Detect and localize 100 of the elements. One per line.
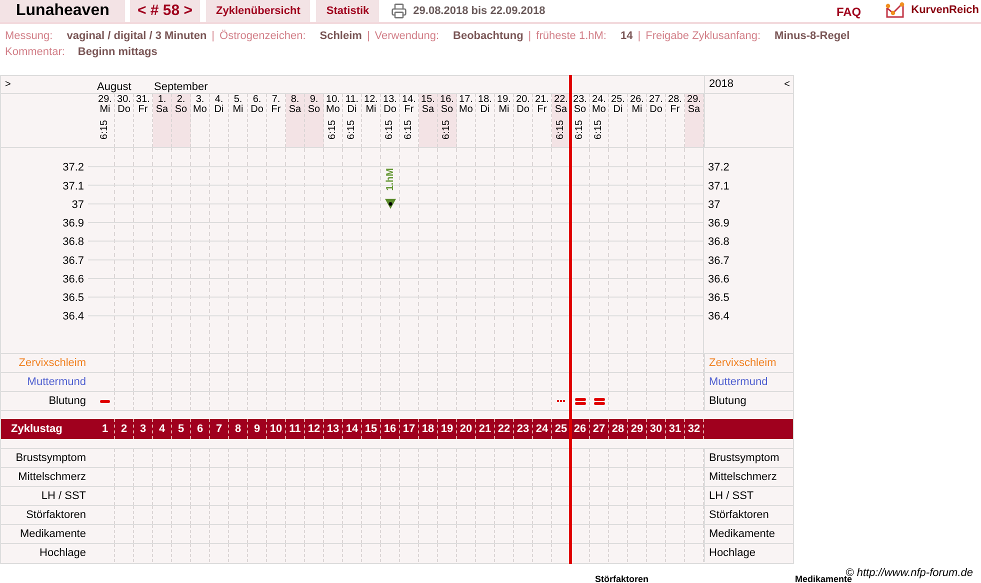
measure-time: 6:15 — [404, 120, 414, 140]
day-date: 26. — [630, 95, 644, 105]
temperature-tick: 36.4 — [62, 310, 84, 323]
day-date: 13. — [383, 95, 397, 105]
cycle-day-number: 16 — [384, 422, 396, 437]
cycle-day-number: 5 — [178, 422, 184, 437]
row-label: Blutung — [48, 394, 86, 409]
day-date: 10. — [326, 95, 340, 105]
row-label: Hochlage — [709, 546, 756, 561]
logo-text: KurvenReich — [911, 3, 979, 18]
day-date: 6. — [252, 95, 262, 105]
day-weekday: Mo — [326, 105, 340, 115]
day-date: 2. — [176, 95, 186, 105]
cycle-day-number: 8 — [234, 422, 242, 437]
temperature-tick: 37 — [708, 198, 720, 211]
cycle-navigation[interactable]: < # 58 > — [130, 0, 200, 22]
day-date: 23. — [573, 95, 587, 105]
info-label: Östrogenzeichen: — [220, 28, 306, 44]
cycle-day-number: 32 — [688, 422, 700, 437]
cycle-day-number: 30 — [650, 422, 662, 437]
faq-link[interactable]: FAQ — [836, 3, 862, 21]
cycle-day-number: 27 — [592, 422, 606, 437]
day-date: 4. — [214, 95, 224, 105]
temperature-tick: 36.6 — [62, 273, 84, 286]
nav-tab[interactable]: Zyklenübersicht — [206, 0, 310, 22]
cycle-day-number: 28 — [612, 422, 624, 437]
row-label: Brustsymptom — [709, 450, 780, 466]
day-weekday: Do — [384, 105, 396, 115]
temperature-tick: 37.1 — [62, 180, 84, 192]
day-weekday: Di — [347, 105, 357, 115]
cycle-day-number: 23 — [516, 422, 530, 437]
row-label: Mittelschmerz — [709, 470, 777, 485]
measure-time: 6:15 — [556, 120, 566, 140]
separator: | — [212, 29, 215, 44]
day-date: 21. — [535, 95, 549, 105]
measure-time: 6:15 — [385, 120, 395, 140]
day-weekday: Di — [214, 105, 224, 115]
cycle-day-number: 31 — [668, 422, 682, 437]
day-date: 29. — [98, 95, 112, 105]
day-weekday: Fr — [404, 105, 414, 115]
separator: | — [638, 29, 641, 44]
row-label: Zervixschleim — [18, 356, 86, 371]
info-label: Freigabe Zyklusanfang: — [646, 29, 761, 44]
row-label: Störfaktoren — [26, 508, 86, 523]
measure-time: 6:15 — [347, 120, 357, 140]
printer-icon[interactable] — [391, 3, 408, 19]
temperature-tick: 37.1 — [708, 180, 730, 192]
day-weekday: Mo — [459, 105, 473, 115]
day-weekday: So — [308, 105, 320, 115]
section-heading: Medikamente — [795, 576, 852, 583]
row-label: Hochlage — [40, 546, 86, 561]
day-date: 1. — [158, 95, 166, 105]
temperature-tick: 37.2 — [62, 162, 84, 174]
day-weekday: Sa — [422, 105, 434, 115]
next-arrow-link[interactable]: < — [784, 77, 790, 92]
cycle-day-number: 26 — [574, 422, 586, 437]
day-date: 5. — [234, 95, 242, 105]
temperature-tick: 37 — [72, 198, 84, 211]
cycle-day-number: 15 — [364, 422, 378, 437]
day-weekday: Sa — [554, 105, 568, 115]
day-weekday: Fr — [537, 105, 547, 115]
day-date: 27. — [649, 95, 663, 105]
info-value: Minus-8-Regel — [774, 29, 850, 44]
cycle-day-number: 20 — [460, 422, 472, 437]
temperature-tick: 36.5 — [708, 292, 730, 304]
day-date: 16. — [440, 95, 454, 105]
day-weekday: Do — [650, 105, 662, 115]
cycle-day-number: 4 — [158, 422, 166, 437]
cycle-day-label: Zyklustag — [11, 422, 62, 437]
temperature-tick: 36.6 — [708, 273, 730, 286]
day-weekday: Mi — [366, 105, 376, 115]
section-heading: Störfaktoren — [595, 576, 649, 583]
info-value: Schleim — [320, 29, 362, 44]
info-value: vaginal / digital / 3 Minuten — [66, 29, 207, 44]
separator: | — [528, 29, 532, 44]
day-weekday: Do — [516, 105, 530, 115]
month-label: August — [97, 80, 132, 95]
temperature-tick: 37.2 — [708, 162, 730, 174]
day-weekday: Mi — [498, 105, 510, 115]
temperature-tick: 36.8 — [708, 236, 730, 248]
day-weekday: Di — [613, 105, 623, 115]
cycle-day-number: 13 — [326, 422, 340, 437]
year-label: 2018 — [709, 77, 734, 92]
row-label: Medikamente — [20, 526, 86, 542]
temperature-tick: 36.7 — [708, 254, 730, 267]
day-date: 15. — [421, 95, 435, 105]
info-value: 14 — [620, 29, 633, 44]
day-date: 31. — [136, 95, 150, 105]
temperature-tick: 36.8 — [62, 236, 84, 248]
nav-tab[interactable]: Statistik — [316, 0, 380, 22]
day-date: 28. — [668, 95, 682, 105]
cycle-day-number: 29 — [630, 422, 644, 437]
prev-arrow-link[interactable]: > — [5, 79, 11, 90]
row-label: Muttermund — [27, 374, 86, 390]
cycle-day-number: 10 — [270, 422, 282, 437]
day-weekday: Sa — [288, 105, 302, 115]
row-label: Medikamente — [709, 526, 776, 542]
row-label: Störfaktoren — [709, 508, 769, 523]
cycle-day-number: 22 — [498, 422, 510, 437]
cycle-day-number: 24 — [536, 422, 548, 437]
